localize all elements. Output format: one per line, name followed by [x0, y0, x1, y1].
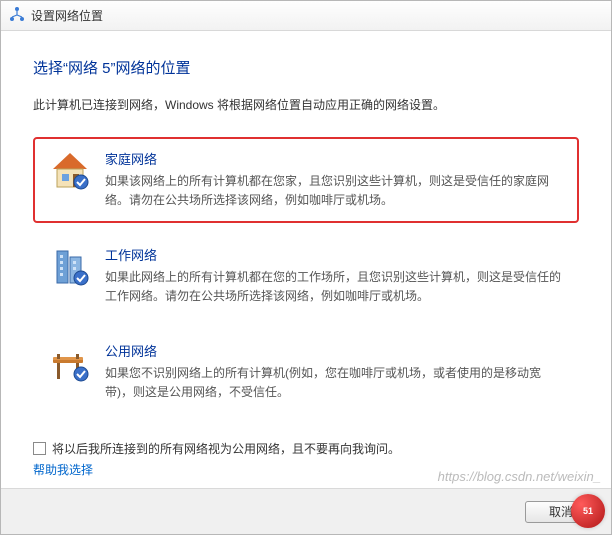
option-work-network[interactable]: 工作网络 如果此网络上的所有计算机都在您的工作场所，且您识别这些计算机，则这是受… — [33, 233, 579, 319]
treat-as-public-label: 将以后我所连接到的所有网络视为公用网络，且不要再向我询问。 — [52, 440, 400, 457]
home-icon — [47, 149, 93, 195]
dialog-footer: 取消 — [1, 488, 611, 534]
option-home-desc: 如果该网络上的所有计算机都在您家，且您识别这些计算机，则这是受信任的家庭网络。请… — [105, 172, 565, 209]
titlebar: 设置网络位置 — [1, 1, 611, 31]
option-work-desc: 如果此网络上的所有计算机都在您的工作场所，且您识别这些计算机，则这是受信任的工作… — [105, 268, 565, 305]
public-icon — [47, 341, 93, 387]
treat-as-public-checkbox[interactable] — [33, 442, 46, 455]
option-work-title: 工作网络 — [105, 245, 565, 264]
option-home-title: 家庭网络 — [105, 149, 565, 168]
work-icon — [47, 245, 93, 291]
option-public-desc: 如果您不识别网络上的所有计算机(例如，您在咖啡厅或机场，或者使用的是移动宽带)，… — [105, 364, 565, 401]
page-heading: 选择“网络 5”网络的位置 — [33, 57, 579, 78]
network-location-icon — [9, 6, 25, 25]
window-title: 设置网络位置 — [31, 7, 103, 24]
content-area: 选择“网络 5”网络的位置 此计算机已连接到网络，Windows 将根据网络位置… — [1, 31, 611, 416]
cancel-button[interactable]: 取消 — [525, 501, 597, 523]
treat-as-public-row: 将以后我所连接到的所有网络视为公用网络，且不要再向我询问。 — [1, 426, 611, 457]
option-public-network[interactable]: 公用网络 如果您不识别网络上的所有计算机(例如，您在咖啡厅或机场，或者使用的是移… — [33, 329, 579, 415]
help-me-choose-link[interactable]: 帮助我选择 — [1, 457, 611, 482]
option-home-network[interactable]: 家庭网络 如果该网络上的所有计算机都在您家，且您识别这些计算机，则这是受信任的家… — [33, 137, 579, 223]
option-public-title: 公用网络 — [105, 341, 565, 360]
page-subtext: 此计算机已连接到网络，Windows 将根据网络位置自动应用正确的网络设置。 — [33, 96, 579, 113]
